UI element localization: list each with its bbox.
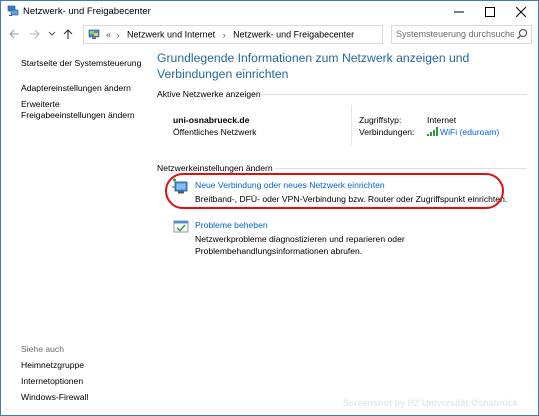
access-type-value: Internet — [427, 115, 457, 125]
window: Netzwerk- und Freigabecenter « › Netzwer… — [0, 0, 539, 416]
minimize-button[interactable] — [444, 1, 474, 23]
search-icon[interactable] — [516, 28, 528, 40]
breadcrumb-separator[interactable]: › — [223, 30, 226, 40]
back-arrow-icon — [8, 29, 19, 39]
maximize-button[interactable] — [475, 1, 505, 23]
main-content: Grundlegende Informationen zum Netzwerk … — [157, 47, 537, 415]
breadcrumb-overflow[interactable]: « — [106, 30, 111, 40]
sidebar-link-adapter-settings[interactable]: Adaptereinstellungen ändern — [21, 83, 131, 94]
sidebar-link-internet-options[interactable]: Internetoptionen — [21, 376, 83, 387]
sidebar: Startseite der Systemsteuerung Adapterei… — [1, 47, 149, 415]
forward-arrow-icon — [29, 29, 40, 39]
up-button[interactable] — [61, 27, 75, 41]
network-name: uni-osnabrueck.de — [173, 115, 250, 125]
search-box[interactable] — [391, 25, 532, 44]
connections-label: Verbindungen: — [359, 127, 415, 137]
wifi-signal-icon — [427, 127, 438, 136]
network-type-link[interactable]: Öffentliches Netzwerk — [173, 127, 256, 137]
sidebar-link-advanced-sharing[interactable]: Erweiterte Freigabeeinstellungen ändern — [21, 99, 135, 121]
access-type-label: Zugriffstyp: — [359, 115, 402, 125]
connection-wifi-label[interactable]: WiFi (eduroam) — [440, 127, 499, 137]
change-settings-heading: Netzwerkeinstellungen ändern — [157, 163, 273, 173]
network-divider — [351, 105, 352, 145]
navigation-bar: « › Netzwerk und Internet › Netzwerk- un… — [1, 23, 538, 47]
forward-button[interactable] — [27, 27, 41, 41]
troubleshoot-icon — [173, 220, 189, 233]
search-input[interactable] — [396, 27, 514, 41]
sidebar-link-windows-firewall[interactable]: Windows-Firewall — [21, 392, 88, 403]
sidebar-link-homegroup[interactable]: Heimnetzgruppe — [21, 360, 84, 371]
title-bar: Netzwerk- und Freigabecenter — [1, 1, 538, 23]
breadcrumb-network-center[interactable]: Netzwerk- und Freigabecenter — [233, 30, 354, 40]
highlight-annotation — [165, 173, 504, 209]
up-arrow-icon — [63, 28, 73, 39]
address-bar[interactable]: « › Netzwerk und Internet › Netzwerk- un… — [83, 25, 457, 44]
section-divider — [261, 94, 527, 95]
section-divider — [275, 168, 527, 169]
connection-wifi-link[interactable]: WiFi (eduroam) — [427, 127, 499, 137]
troubleshoot-link[interactable]: Probleme beheben — [195, 220, 268, 230]
breadcrumb-network-internet[interactable]: Netzwerk und Internet — [127, 30, 215, 40]
close-icon — [516, 7, 526, 17]
sidebar-link-control-panel-home[interactable]: Startseite der Systemsteuerung — [21, 58, 141, 69]
troubleshoot-description: Netzwerkprobleme diagnostizieren und rep… — [195, 234, 405, 256]
page-title: Grundlegende Informationen zum Netzwerk … — [157, 51, 470, 81]
back-button[interactable] — [7, 27, 21, 41]
see-also-heading: Siehe auch — [21, 344, 65, 354]
breadcrumb-separator[interactable]: › — [117, 30, 120, 40]
minimize-icon — [454, 11, 464, 13]
close-button[interactable] — [506, 1, 536, 23]
active-networks-heading: Aktive Netzwerke anzeigen — [157, 89, 261, 99]
chevron-down-icon — [48, 31, 56, 36]
maximize-icon — [485, 7, 495, 17]
window-title: Netzwerk- und Freigabecenter — [23, 6, 151, 17]
recent-locations-button[interactable] — [45, 27, 59, 41]
network-center-icon — [7, 5, 19, 16]
watermark: Screenshot by RZ Universität Osnabrück — [342, 398, 518, 408]
control-panel-icon — [88, 29, 100, 39]
